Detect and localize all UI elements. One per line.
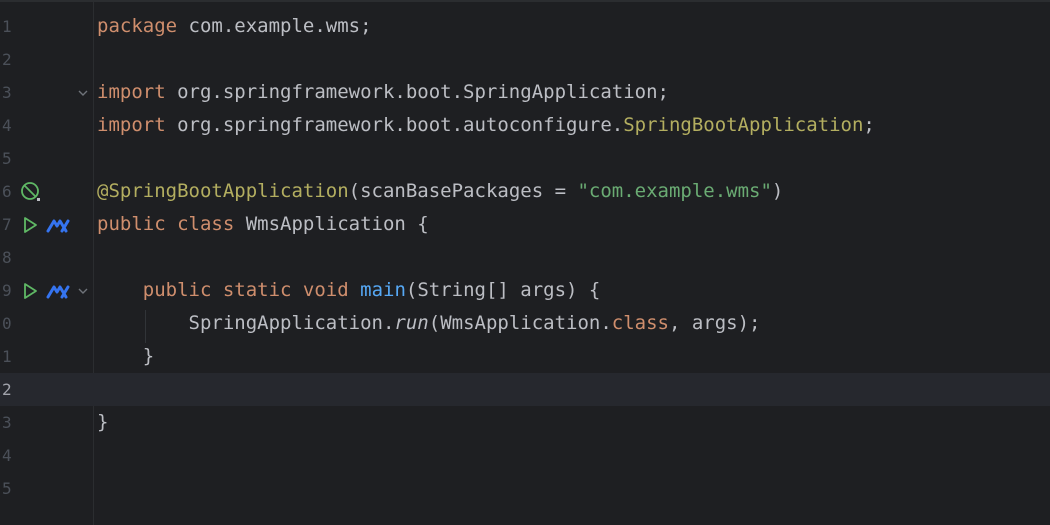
spring-bean-icon[interactable] bbox=[20, 175, 42, 208]
code-line[interactable]: 9 public static void main(String[] args)… bbox=[0, 274, 1050, 307]
code-line[interactable]: 4 import org.springframework.boot.autocon… bbox=[0, 109, 1050, 142]
code-token: com.example.wms; bbox=[177, 15, 372, 37]
line-number[interactable]: 1 bbox=[2, 340, 12, 373]
line-number[interactable]: 5 bbox=[2, 472, 12, 505]
code-line[interactable]: 1 } bbox=[0, 340, 1050, 373]
profiler-icon[interactable] bbox=[46, 208, 70, 241]
line-number[interactable]: 5 bbox=[2, 142, 12, 175]
line-number[interactable]: 6 bbox=[2, 175, 12, 208]
code-token: package bbox=[97, 15, 178, 37]
code-token: } bbox=[97, 411, 109, 433]
code-line[interactable]: 2 bbox=[0, 43, 1050, 76]
code-text[interactable]: } bbox=[97, 406, 108, 439]
code-token: } bbox=[97, 345, 155, 367]
code-line[interactable]: 3 import org.springframework.boot.SpringA… bbox=[0, 76, 1050, 109]
code-line[interactable]: 5 bbox=[0, 472, 1050, 505]
line-number[interactable]: 3 bbox=[2, 406, 12, 439]
code-text[interactable]: public class WmsApplication { bbox=[97, 208, 429, 241]
line-number[interactable]: 9 bbox=[2, 274, 12, 307]
code-token: , args); bbox=[668, 312, 761, 334]
code-line[interactable]: 8 bbox=[0, 241, 1050, 274]
code-token: (scanBasePackages = bbox=[348, 180, 578, 202]
code-token: SpringBootApplication bbox=[623, 114, 864, 136]
code-token: ) bbox=[771, 180, 784, 202]
code-line[interactable]: 3} bbox=[0, 406, 1050, 439]
line-number[interactable]: 2 bbox=[2, 43, 12, 76]
code-token: org.springframework.boot.autoconfigure. bbox=[165, 114, 624, 136]
code-line[interactable]: 1 package com.example.wms; bbox=[0, 10, 1050, 43]
line-number[interactable]: 0 bbox=[2, 307, 12, 340]
code-token: (String[] args) { bbox=[405, 279, 601, 301]
code-text[interactable]: import org.springframework.boot.autoconf… bbox=[97, 109, 875, 142]
code-text[interactable]: public static void main(String[] args) { bbox=[97, 274, 601, 307]
code-line[interactable]: 5 bbox=[0, 142, 1050, 175]
code-text[interactable]: package com.example.wms; bbox=[97, 10, 372, 43]
code-token: (WmsApplication. bbox=[428, 312, 612, 334]
code-token: class bbox=[611, 312, 669, 334]
line-number[interactable]: 7 bbox=[2, 208, 12, 241]
code-token: import bbox=[97, 81, 166, 103]
code-token: WmsApplication { bbox=[234, 213, 429, 235]
code-token: main bbox=[360, 279, 406, 301]
line-number[interactable]: 4 bbox=[2, 439, 12, 472]
code-editor[interactable]: 1 package com.example.wms; 2 3 import org.sp… bbox=[0, 0, 1050, 525]
code-line[interactable]: 6 @SpringBootApplication(scanBasePackages… bbox=[0, 175, 1050, 208]
code-text[interactable]: } bbox=[97, 340, 154, 373]
code-token: public class bbox=[97, 213, 235, 235]
fold-chevron-icon[interactable] bbox=[77, 76, 89, 109]
code-token: public static void bbox=[142, 279, 349, 301]
line-number[interactable]: 1 bbox=[2, 10, 12, 43]
code-token: "com.example.wms" bbox=[577, 180, 772, 202]
line-number[interactable]: 3 bbox=[2, 76, 12, 109]
code-text[interactable]: @SpringBootApplication(scanBasePackages … bbox=[97, 175, 783, 208]
code-token: SpringApplication. bbox=[97, 312, 395, 334]
code-line[interactable]: 0 SpringApplication.run(WmsApplication.c… bbox=[0, 307, 1050, 340]
code-token: @SpringBootApplication bbox=[97, 180, 349, 202]
run-icon[interactable] bbox=[21, 274, 39, 307]
code-token: import bbox=[97, 114, 166, 136]
code-text[interactable]: SpringApplication.run(WmsApplication.cla… bbox=[97, 307, 761, 340]
line-number[interactable]: 2 bbox=[2, 373, 12, 406]
code-line[interactable]: 4 bbox=[0, 439, 1050, 472]
line-number[interactable]: 4 bbox=[2, 109, 12, 142]
code-text[interactable]: import org.springframework.boot.SpringAp… bbox=[97, 76, 669, 109]
code-token: ; bbox=[863, 114, 875, 136]
code-line[interactable]: 7 public class WmsApplication { bbox=[0, 208, 1050, 241]
profiler-icon[interactable] bbox=[46, 274, 70, 307]
line-number[interactable]: 8 bbox=[2, 241, 12, 274]
code-token: org.springframework.boot.SpringApplicati… bbox=[165, 81, 669, 103]
fold-chevron-icon[interactable] bbox=[77, 274, 89, 307]
run-icon[interactable] bbox=[21, 208, 39, 241]
code-line[interactable]: 2 bbox=[0, 373, 1050, 406]
code-token: run bbox=[394, 312, 429, 334]
